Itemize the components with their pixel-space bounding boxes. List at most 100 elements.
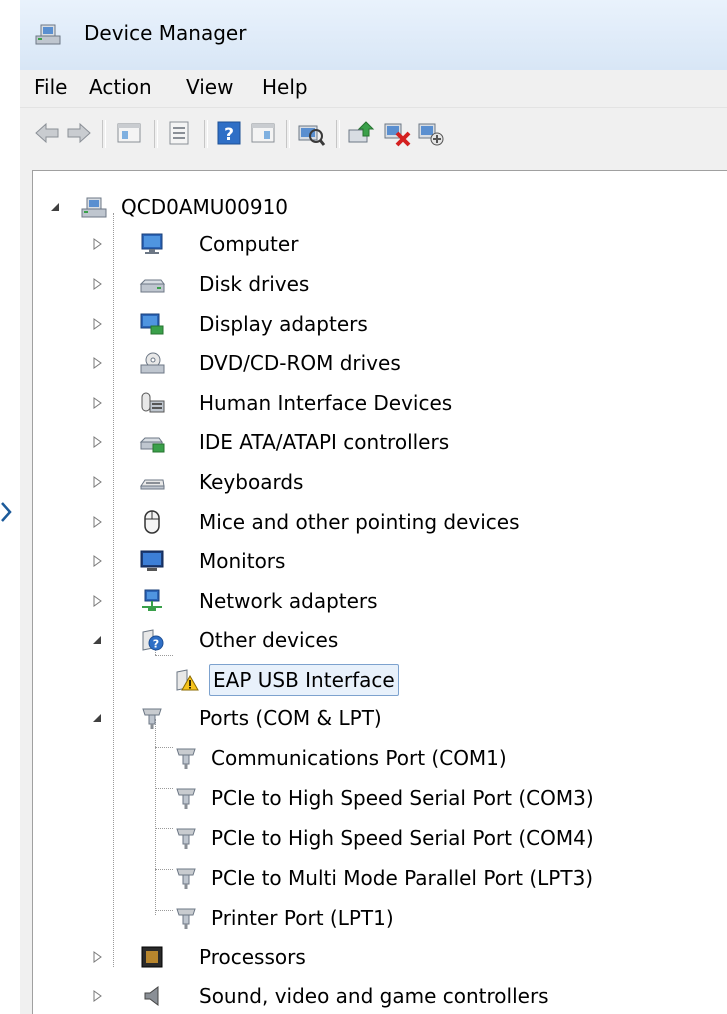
expand-triangle-icon[interactable] [91, 357, 103, 369]
device-tree: QCD0AMU00910 Computer Disk drives Displa… [32, 170, 727, 1014]
tree-item-label: EAP USB Interface [209, 664, 399, 696]
tree-item-label: PCIe to High Speed Serial Port (COM4) [211, 826, 594, 850]
pointer-arrow-icon [1, 502, 12, 522]
mouse-icon [144, 510, 160, 534]
expand-triangle-icon[interactable] [91, 278, 103, 290]
expand-triangle-icon[interactable] [91, 238, 103, 250]
tree-item-eap-usb-interface[interactable]: EAP USB Interface [173, 663, 473, 697]
device-manager-icon [35, 24, 61, 45]
collapse-triangle-icon[interactable] [91, 634, 103, 646]
menu-view[interactable]: View [186, 75, 233, 99]
tree-item-port-lpt3[interactable]: PCIe to Multi Mode Parallel Port (LPT3) [173, 861, 727, 895]
tree-connector [155, 788, 173, 789]
tree-item-label: Processors [199, 945, 306, 969]
show-hide-console-tree-icon[interactable] [114, 118, 144, 148]
tree-connector [155, 719, 156, 915]
tree-connector [155, 910, 173, 911]
tree-item-label: IDE ATA/ATAPI controllers [199, 430, 450, 454]
tree-item-port-com3[interactable]: PCIe to High Speed Serial Port (COM3) [173, 781, 727, 815]
tree-item-port-com4[interactable]: PCIe to High Speed Serial Port (COM4) [173, 821, 727, 855]
properties-icon[interactable] [164, 118, 194, 148]
show-hide-action-pane-icon[interactable] [248, 118, 278, 148]
tree-item-processors[interactable]: Processors [91, 940, 691, 974]
tree-item-label: Monitors [199, 549, 286, 573]
menu-help[interactable]: Help [262, 75, 308, 99]
forward-icon[interactable] [64, 118, 94, 148]
tree-item-label: Human Interface Devices [199, 391, 453, 415]
collapse-triangle-icon[interactable] [91, 712, 103, 724]
tree-connector [155, 747, 173, 748]
expand-triangle-icon[interactable] [91, 595, 103, 607]
toolbar-separator [102, 120, 106, 148]
expand-triangle-icon[interactable] [91, 951, 103, 963]
svg-text:?: ? [153, 638, 159, 651]
tree-item-label: Printer Port (LPT1) [211, 906, 394, 930]
tree-item-computer[interactable]: Computer [91, 227, 691, 261]
tree-item-display-adapters[interactable]: Display adapters [91, 307, 691, 341]
tree-item-other-devices[interactable]: ? Other devices [91, 623, 691, 657]
toolbar-separator [286, 120, 290, 148]
hid-icon [141, 392, 165, 413]
tree-connector [155, 828, 173, 829]
tree-item-label: Network adapters [199, 589, 378, 613]
disable-icon[interactable] [416, 118, 446, 148]
tree-item-ide-ata-atapi-controllers[interactable]: IDE ATA/ATAPI controllers [91, 425, 691, 459]
expand-triangle-icon[interactable] [91, 436, 103, 448]
toolbar-separator [204, 120, 208, 148]
network-adapter-icon [142, 589, 162, 611]
expand-triangle-icon[interactable] [91, 476, 103, 488]
tree-item-port-com1[interactable]: Communications Port (COM1) [173, 741, 727, 775]
tree-item-dvd-cd-rom-drives[interactable]: DVD/CD-ROM drives [91, 346, 691, 380]
expand-triangle-icon[interactable] [91, 990, 103, 1002]
tree-item-label: Ports (COM & LPT) [199, 706, 382, 730]
dvd-drive-icon [140, 352, 165, 374]
toolbar: ? [20, 108, 727, 158]
tree-item-label: Other devices [199, 628, 339, 652]
expand-triangle-icon[interactable] [91, 516, 103, 528]
collapse-triangle-icon[interactable] [49, 201, 61, 213]
tree-item-disk-drives[interactable]: Disk drives [91, 267, 691, 301]
tree-root-label: QCD0AMU00910 [121, 195, 289, 219]
computer-root-icon [81, 197, 107, 218]
tree-item-label: DVD/CD-ROM drives [199, 351, 401, 375]
menu-file[interactable]: File [34, 75, 67, 99]
menu-bar: File Action View Help [20, 70, 727, 108]
toolbar-separator [336, 120, 340, 148]
tree-item-label: Communications Port (COM1) [211, 746, 507, 770]
tree-item-label: Computer [199, 232, 299, 256]
port-icon [176, 748, 196, 769]
tree-item-network-adapters[interactable]: Network adapters [91, 584, 691, 618]
tree-item-monitors[interactable]: Monitors [91, 544, 691, 578]
scan-hardware-icon[interactable] [296, 118, 326, 148]
expand-triangle-icon[interactable] [91, 555, 103, 567]
tree-item-label: Mice and other pointing devices [199, 510, 520, 534]
tree-item-label: PCIe to High Speed Serial Port (COM3) [211, 786, 594, 810]
tree-item-sound-video-game-controllers[interactable]: Sound, video and game controllers [91, 979, 691, 1013]
device-manager-window: Device Manager File Action View Help ? Q… [20, 0, 727, 1014]
tree-item-label: PCIe to Multi Mode Parallel Port (LPT3) [211, 866, 594, 890]
keyboard-icon [140, 479, 165, 490]
tree-item-keyboards[interactable]: Keyboards [91, 465, 691, 499]
uninstall-icon[interactable] [382, 118, 412, 148]
toolbar-separator [154, 120, 158, 148]
tree-item-human-interface-devices[interactable]: Human Interface Devices [91, 386, 691, 420]
title-bar: Device Manager [20, 0, 727, 70]
back-icon[interactable] [32, 118, 62, 148]
tree-item-mice-and-other-pointing-devices[interactable]: Mice and other pointing devices [91, 505, 691, 539]
tree-item-ports[interactable]: Ports (COM & LPT) [91, 701, 691, 735]
menu-action[interactable]: Action [89, 75, 152, 99]
tree-root[interactable]: QCD0AMU00910 [49, 190, 449, 224]
expand-triangle-icon[interactable] [91, 318, 103, 330]
tree-item-label: Sound, video and game controllers [199, 984, 549, 1008]
expand-triangle-icon[interactable] [91, 397, 103, 409]
processor-icon [141, 946, 163, 968]
monitor-icon [140, 550, 164, 571]
help-icon[interactable]: ? [214, 118, 244, 148]
port-icon [176, 908, 196, 929]
ide-controller-icon [139, 437, 165, 453]
update-driver-icon[interactable] [346, 118, 376, 148]
tree-connector [155, 869, 173, 870]
tree-item-port-lpt1[interactable]: Printer Port (LPT1) [173, 901, 727, 935]
svg-text:?: ? [224, 125, 234, 145]
disk-drive-icon [139, 279, 165, 293]
